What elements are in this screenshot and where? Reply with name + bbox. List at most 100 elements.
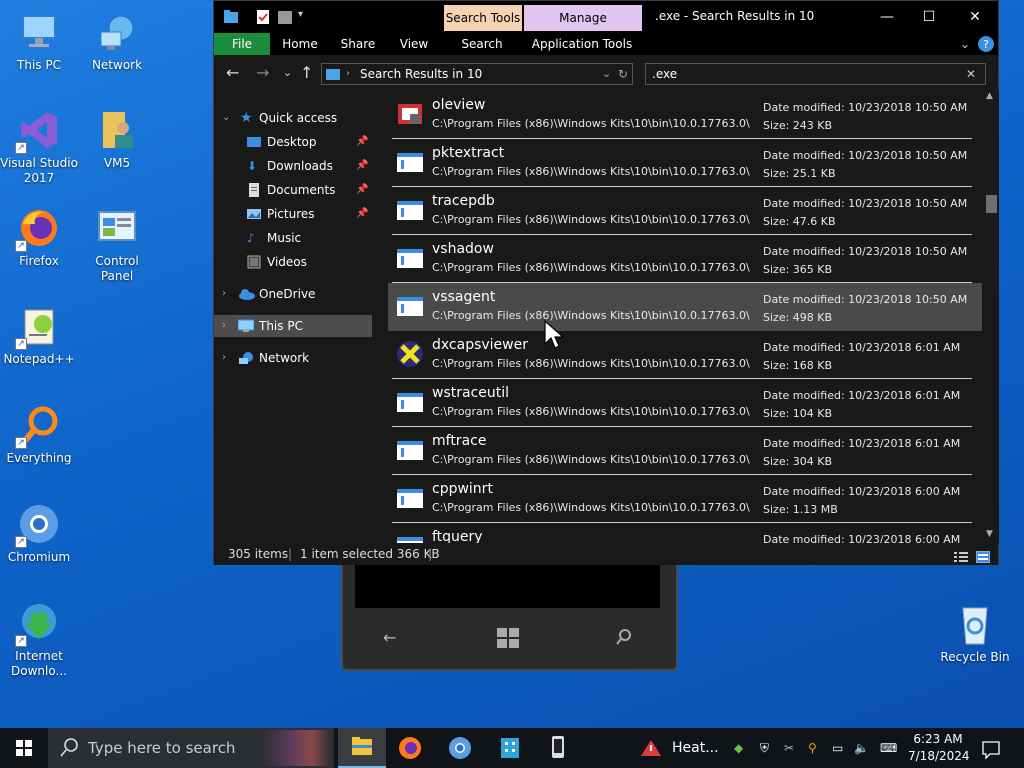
collapsed-chevron-icon[interactable]: ›: [222, 283, 226, 305]
desktop-icon-recycle-bin[interactable]: Recycle Bin: [936, 602, 1014, 665]
nav-item-documents[interactable]: Documents 📌: [214, 179, 372, 201]
back-arrow-icon[interactable]: ←: [226, 63, 239, 82]
nav-item-music[interactable]: ♪ Music: [214, 227, 372, 249]
address-dropdown-icon[interactable]: ⌄: [602, 64, 611, 84]
clear-search-icon[interactable]: ✕: [966, 64, 976, 84]
list-item[interactable]: wstraceutil C:\Program Files (x86)\Windo…: [388, 379, 982, 427]
computer-icon: [17, 10, 61, 54]
scrollbar-thumb[interactable]: [986, 195, 997, 213]
desktop-icon-vm5[interactable]: VM5: [78, 108, 156, 171]
taskbar-chromium[interactable]: [436, 728, 484, 768]
minimize-button[interactable]: —: [864, 5, 910, 29]
list-item[interactable]: oleview C:\Program Files (x86)\Windows K…: [388, 91, 982, 139]
content-view-icon[interactable]: [975, 548, 991, 570]
scroll-up-icon[interactable]: ▲: [986, 91, 993, 101]
nav-item-desktop[interactable]: Desktop 📌: [214, 131, 372, 153]
up-arrow-icon[interactable]: ↑: [300, 63, 313, 82]
nav-label: Videos: [267, 255, 307, 269]
shield-icon[interactable]: ⛨: [760, 728, 769, 768]
taskbar-firefox[interactable]: [386, 728, 434, 768]
list-item[interactable]: ftquery Date modified: 10/23/2018 6:00 A…: [388, 523, 982, 543]
scroll-down-icon[interactable]: ▼: [986, 529, 993, 539]
nav-item-pictures[interactable]: Pictures 📌: [214, 203, 372, 225]
back-arrow-icon[interactable]: ←: [383, 628, 396, 647]
desktop-icon-label: Notepad++: [3, 352, 75, 366]
nav-quick-access[interactable]: ⌄ ★ Quick access: [214, 107, 372, 129]
list-item[interactable]: vshadow C:\Program Files (x86)\Windows K…: [388, 235, 982, 283]
search-tray-icon[interactable]: ⚲: [808, 728, 817, 768]
tray-app-icon[interactable]: ◆: [734, 728, 743, 768]
volume-muted-icon[interactable]: 🔈: [854, 728, 869, 768]
collapsed-chevron-icon[interactable]: ›: [222, 315, 226, 337]
expanded-chevron-icon[interactable]: ⌄: [222, 107, 230, 129]
explorer-folder-icon[interactable]: [224, 9, 238, 23]
maximize-button[interactable]: ☐: [906, 5, 952, 29]
tools-icon[interactable]: ✂: [784, 728, 794, 768]
weather-widget[interactable]: Heat...: [640, 728, 719, 768]
oleview-app-icon: [398, 104, 422, 124]
new-folder-icon[interactable]: [278, 9, 292, 24]
nav-network[interactable]: › Network: [214, 347, 372, 369]
list-item[interactable]: cppwinrt C:\Program Files (x86)\Windows …: [388, 475, 982, 523]
desktop-icon-network[interactable]: Network: [78, 10, 156, 73]
tab-view[interactable]: View: [394, 33, 434, 55]
tab-manage-context[interactable]: Manage: [524, 5, 642, 31]
desktop-icon-notepad-plus-plus[interactable]: ↗ Notepad++: [0, 304, 78, 367]
search-input[interactable]: .exe: [652, 67, 677, 81]
tab-search-tools-context[interactable]: Search Tools: [444, 5, 522, 31]
videos-icon: [247, 255, 261, 269]
notification-icon[interactable]: [982, 728, 1000, 768]
details-view-icon[interactable]: [954, 548, 968, 570]
desktop-icon-everything[interactable]: ↗ Everything: [0, 403, 78, 466]
close-button[interactable]: ✕: [952, 5, 998, 29]
desktop-icon-this-pc[interactable]: This PC: [0, 10, 78, 73]
nav-this-pc[interactable]: › This PC: [214, 315, 372, 337]
search-icon[interactable]: [615, 628, 633, 650]
search-box[interactable]: .exe ✕: [645, 63, 986, 85]
recent-locations-icon[interactable]: ⌄: [283, 66, 292, 79]
refresh-icon[interactable]: ↻: [618, 64, 628, 84]
clock[interactable]: 6:23 AM 7/18/2024: [908, 731, 970, 765]
forward-arrow-icon[interactable]: →: [256, 63, 269, 82]
tab-search[interactable]: Search: [454, 33, 510, 55]
desktop-icon-control-panel[interactable]: Control Panel: [78, 206, 156, 284]
tab-application-tools[interactable]: Application Tools: [528, 33, 636, 55]
desktop-icon-internet-download-manager[interactable]: ↗ Internet Downlo...: [0, 601, 78, 679]
tab-share[interactable]: Share: [336, 33, 380, 55]
customize-quick-access-icon[interactable]: ▾: [298, 9, 312, 23]
taskbar-search-box[interactable]: Type here to search: [48, 728, 334, 768]
navigation-pane: ⌄ ★ Quick access Desktop 📌 ⬇ Downloads 📌…: [214, 91, 372, 543]
collapsed-chevron-icon[interactable]: ›: [222, 347, 226, 369]
windows-logo-icon[interactable]: [497, 628, 519, 652]
taskbar-app-blue[interactable]: [486, 728, 534, 768]
desktop-icon-chromium[interactable]: ↗ Chromium: [0, 502, 78, 565]
list-item[interactable]: mftrace C:\Program Files (x86)\Windows K…: [388, 427, 982, 475]
keyboard-icon[interactable]: ⌨: [880, 728, 897, 768]
taskbar-file-explorer[interactable]: [338, 728, 386, 768]
list-item[interactable]: vssagent C:\Program Files (x86)\Windows …: [388, 283, 982, 331]
help-icon[interactable]: ?: [978, 33, 994, 55]
tab-home[interactable]: Home: [276, 33, 324, 55]
vertical-scrollbar[interactable]: ▲ ▼: [983, 91, 999, 543]
list-item[interactable]: pktextract C:\Program Files (x86)\Window…: [388, 139, 982, 187]
start-button[interactable]: [0, 728, 48, 768]
nav-onedrive[interactable]: › OneDrive: [214, 283, 372, 305]
expand-ribbon-icon[interactable]: ⌄: [954, 33, 976, 55]
nav-item-videos[interactable]: Videos: [214, 251, 372, 273]
file-date-modified: Date modified: 10/23/2018 6:01 AM: [763, 389, 961, 402]
shortcut-arrow-icon: ↗: [15, 338, 27, 350]
taskbar-phone-emulator[interactable]: [534, 728, 582, 768]
list-item[interactable]: dxcapsviewer C:\Program Files (x86)\Wind…: [388, 331, 982, 379]
desktop-icon-visual-studio[interactable]: ↗ Visual Studio 2017: [0, 108, 78, 186]
tab-file[interactable]: File: [214, 33, 270, 55]
shortcut-arrow-icon: ↗: [15, 437, 27, 449]
network-status-icon[interactable]: ▭: [832, 728, 843, 768]
address-path: Search Results in 10: [360, 67, 483, 81]
address-bar[interactable]: › Search Results in 10 ⌄ ↻: [321, 63, 633, 85]
desktop-icon-firefox[interactable]: ↗ Firefox: [0, 206, 78, 269]
list-item[interactable]: tracepdb C:\Program Files (x86)\Windows …: [388, 187, 982, 235]
properties-icon[interactable]: [256, 9, 270, 24]
weather-text: Heat...: [672, 740, 719, 756]
nav-item-downloads[interactable]: ⬇ Downloads 📌: [214, 155, 372, 177]
file-size: Size: 47.6 KB: [763, 215, 836, 228]
